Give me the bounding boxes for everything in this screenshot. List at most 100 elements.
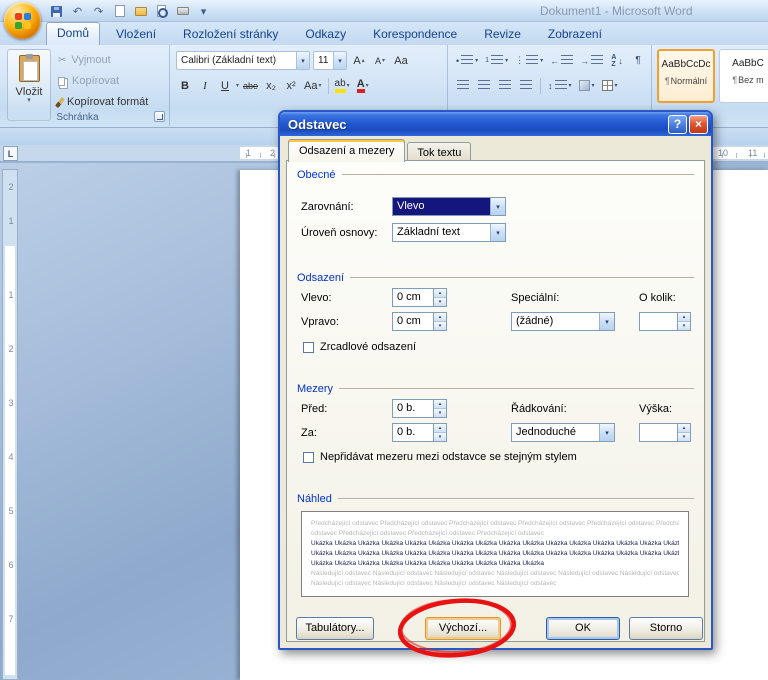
highlight-icon: ab — [335, 79, 346, 93]
spin-down-icon[interactable]: ▾ — [434, 298, 446, 306]
increase-indent-button[interactable]: → — [578, 51, 605, 70]
sort-button[interactable]: AZ↓ — [608, 51, 626, 70]
borders-button[interactable]: ▾ — [600, 76, 620, 95]
tab-selector[interactable]: L — [3, 146, 18, 161]
align-left-button[interactable] — [454, 76, 472, 95]
ruler-number: 7 — [3, 614, 19, 624]
save-button[interactable] — [48, 3, 65, 19]
spin-down-icon[interactable]: ▾ — [434, 409, 446, 417]
word-window: ↶ ↷ ▾ Dokument1 - Microsoft Word Domů Vl… — [0, 0, 768, 680]
shading-button[interactable]: ▾ — [577, 76, 597, 95]
mirror-indents-checkbox[interactable] — [303, 342, 314, 353]
tab-korespondence[interactable]: Korespondence — [362, 23, 468, 45]
font-color-icon: A — [357, 79, 365, 93]
tabs-button[interactable]: Tabulátory... — [296, 617, 374, 640]
tab-revize[interactable]: Revize — [473, 23, 532, 45]
italic-button[interactable]: I — [196, 76, 214, 95]
dialog-help-button[interactable]: ? — [668, 115, 687, 134]
tab-odkazy[interactable]: Odkazy — [294, 23, 357, 45]
default-button[interactable]: Výchozí... — [425, 617, 501, 640]
vertical-ruler[interactable]: 2 1 1 2 3 4 5 6 7 — [2, 169, 18, 680]
tab-rozlozeni-stranky[interactable]: Rozložení stránky — [172, 23, 289, 45]
multilevel-list-button[interactable]: ⋮▾ — [513, 51, 545, 70]
by-spinner[interactable]: ▴▾ — [639, 312, 691, 331]
bold-button[interactable]: B — [176, 76, 194, 95]
outline-level-label: Úroveň osnovy: — [301, 227, 377, 239]
clipboard-dialog-launcher[interactable] — [154, 111, 165, 122]
spin-up-icon[interactable]: ▴ — [434, 424, 446, 433]
spin-up-icon[interactable]: ▴ — [678, 313, 690, 322]
line-spacing-combo[interactable]: Jednoduché ▾ — [511, 423, 615, 442]
shrink-font-icon: ▾ — [382, 57, 385, 64]
mirror-indents-label: Zrcadlové odsazení — [320, 341, 416, 353]
copy-button[interactable]: Kopírovat — [56, 72, 166, 90]
open-button[interactable] — [132, 3, 149, 19]
justify-button[interactable] — [517, 76, 535, 95]
style-no-spacing[interactable]: AaBbC ¶Bez m — [719, 49, 768, 103]
underline-button[interactable]: U — [216, 76, 234, 95]
align-center-button[interactable] — [475, 76, 493, 95]
qat-customize-button[interactable]: ▾ — [195, 3, 212, 19]
cut-button[interactable]: ✂ Vyjmout — [56, 51, 166, 69]
alignment-combo[interactable]: Vlevo ▾ — [392, 197, 506, 216]
dialog-titlebar[interactable]: Odstavec ? × — [280, 112, 711, 136]
no-space-label: Nepřidávat mezeru mezi odstavce se stejn… — [320, 451, 577, 463]
decrease-indent-button[interactable]: ← — [548, 51, 575, 70]
by-label: O kolik: — [639, 292, 676, 304]
at-spinner[interactable]: ▴▾ — [639, 423, 691, 442]
no-space-checkbox[interactable] — [303, 452, 314, 463]
special-combo[interactable]: (žádné) ▾ — [511, 312, 615, 331]
spin-up-icon[interactable]: ▴ — [434, 289, 446, 298]
ok-button[interactable]: OK — [546, 617, 620, 640]
line-spacing-button[interactable]: ↕▾ — [546, 76, 574, 95]
numbering-button[interactable]: 1▾ — [483, 51, 510, 70]
justify-icon — [520, 80, 532, 91]
spin-up-icon[interactable]: ▴ — [434, 400, 446, 409]
redo-button[interactable]: ↷ — [90, 3, 107, 19]
new-document-button[interactable] — [111, 3, 128, 19]
show-marks-button[interactable]: ¶ — [629, 51, 647, 70]
chevron-down-icon[interactable]: ▾ — [236, 82, 239, 89]
indent-left-spinner[interactable]: 0 cm ▴▾ — [392, 288, 447, 307]
indent-right-spinner[interactable]: 0 cm ▴▾ — [392, 312, 447, 331]
undo-button[interactable]: ↶ — [69, 3, 86, 19]
tab-domu[interactable]: Domů — [46, 22, 100, 45]
spin-down-icon[interactable]: ▾ — [678, 433, 690, 441]
office-button[interactable] — [4, 2, 41, 39]
window-title: Dokument1 - Microsoft Word — [540, 4, 693, 18]
outline-level-combo[interactable]: Základní text ▾ — [392, 223, 506, 242]
tab-indents-spacing[interactable]: Odsazení a mezery — [288, 139, 405, 162]
style-normal[interactable]: AaBbCcDc ¶Normální — [657, 49, 715, 103]
font-size-combo[interactable]: 11 ▾ — [313, 51, 347, 70]
superscript-button[interactable]: x² — [282, 76, 300, 95]
tab-vlozeni[interactable]: Vložení — [105, 23, 167, 45]
bullets-button[interactable]: •▾ — [454, 51, 480, 70]
spin-down-icon[interactable]: ▾ — [434, 322, 446, 330]
print-button[interactable] — [174, 3, 191, 19]
change-case-button[interactable]: Aa▾ — [302, 76, 323, 95]
paste-button[interactable]: Vložit ▾ — [7, 49, 51, 121]
grow-font-button[interactable]: A▴ — [350, 51, 368, 70]
spacing-before-spinner[interactable]: 0 b. ▴▾ — [392, 399, 447, 418]
format-painter-button[interactable]: Kopírovat formát — [56, 93, 166, 111]
strikethrough-button[interactable]: abe — [241, 76, 260, 95]
spin-down-icon[interactable]: ▾ — [434, 433, 446, 441]
cancel-button[interactable]: Storno — [629, 617, 703, 640]
clear-formatting-button[interactable]: Aa — [392, 51, 410, 70]
text-highlight-button[interactable]: ab▾ — [333, 76, 352, 95]
ruler-number: 5 — [3, 506, 19, 516]
borders-icon — [602, 80, 613, 91]
spacing-after-spinner[interactable]: 0 b. ▴▾ — [392, 423, 447, 442]
subscript-button[interactable]: x₂ — [262, 76, 280, 95]
font-name-combo[interactable]: Calibri (Základní text) ▾ — [176, 51, 310, 70]
spin-up-icon[interactable]: ▴ — [678, 424, 690, 433]
print-preview-button[interactable] — [153, 3, 170, 19]
tab-zobrazeni[interactable]: Zobrazení — [537, 23, 613, 45]
spin-down-icon[interactable]: ▾ — [678, 322, 690, 330]
font-color-button[interactable]: A▾ — [354, 76, 372, 95]
ruler-number: 3 — [3, 398, 19, 408]
align-right-button[interactable] — [496, 76, 514, 95]
dialog-close-button[interactable]: × — [689, 115, 708, 134]
spin-up-icon[interactable]: ▴ — [434, 313, 446, 322]
shrink-font-button[interactable]: A▾ — [371, 51, 389, 70]
